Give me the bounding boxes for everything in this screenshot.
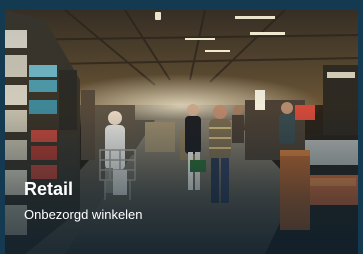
retail-card[interactable]: Retail Onbezorgd winkelen [0, 0, 363, 254]
card-title: Retail [24, 179, 74, 199]
card-caption: Retail Onbezorgd winkelen [24, 178, 143, 223]
card-subtitle: Onbezorgd winkelen [24, 207, 143, 222]
